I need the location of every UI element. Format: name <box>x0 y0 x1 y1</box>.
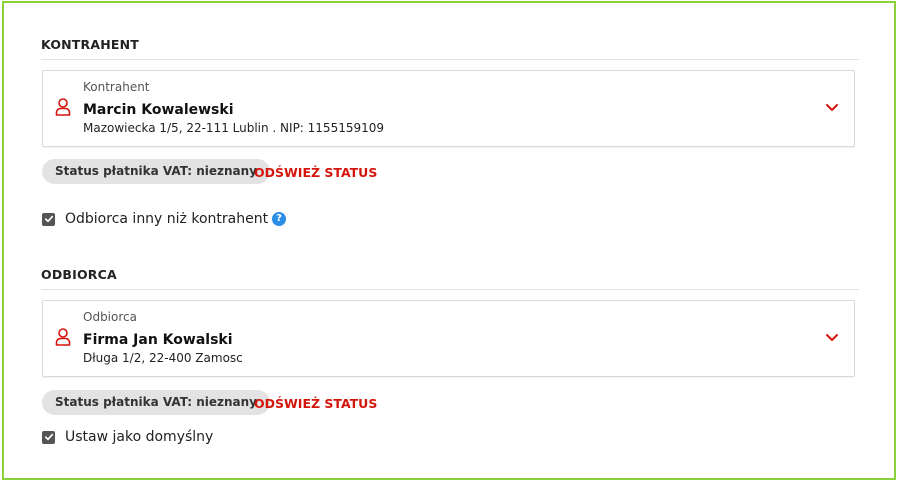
vat-status-badge: Status płatnika VAT: nieznany <box>42 390 270 415</box>
recipient-different-label: Odbiorca inny niż kontrahent <box>65 211 269 227</box>
person-icon <box>55 98 71 116</box>
check-icon <box>44 433 53 441</box>
chevron-down-icon[interactable] <box>825 103 839 113</box>
odbiorca-address: Długa 1/2, 22-400 Zamosc <box>83 351 243 365</box>
set-default-label: Ustaw jako domyślny <box>65 429 214 445</box>
check-icon <box>44 215 53 223</box>
set-default-row[interactable]: Ustaw jako domyślny <box>42 428 213 446</box>
kontrahent-section-title: KONTRAHENT <box>41 37 140 52</box>
set-default-checkbox[interactable] <box>42 430 55 444</box>
vat-status-badge: Status płatnika VAT: nieznany <box>42 159 270 184</box>
refresh-status-link[interactable]: ODŚWIEŻ STATUS <box>254 396 377 411</box>
chevron-down-icon[interactable] <box>825 333 839 343</box>
section-divider <box>41 289 859 290</box>
refresh-status-link[interactable]: ODŚWIEŻ STATUS <box>254 165 377 180</box>
odbiorca-section-title: ODBIORCA <box>41 267 117 282</box>
odbiorca-name: Firma Jan Kowalski <box>83 332 233 348</box>
recipient-different-checkbox[interactable] <box>42 212 55 226</box>
form-panel: KONTRAHENT Kontrahent Marcin Kowalewski … <box>2 1 896 480</box>
recipient-different-row[interactable]: Odbiorca inny niż kontrahent ? <box>42 210 287 228</box>
kontrahent-address: Mazowiecka 1/5, 22-111 Lublin . NIP: 115… <box>83 121 385 135</box>
kontrahent-field-label: Kontrahent <box>83 80 150 94</box>
kontrahent-select[interactable]: Kontrahent Marcin Kowalewski Mazowiecka … <box>42 70 855 147</box>
person-icon <box>55 328 71 346</box>
section-divider <box>41 59 859 60</box>
help-icon[interactable]: ? <box>272 212 287 226</box>
odbiorca-field-label: Odbiorca <box>83 310 137 324</box>
kontrahent-name: Marcin Kowalewski <box>83 102 234 118</box>
odbiorca-select[interactable]: Odbiorca Firma Jan Kowalski Długa 1/2, 2… <box>42 300 855 377</box>
